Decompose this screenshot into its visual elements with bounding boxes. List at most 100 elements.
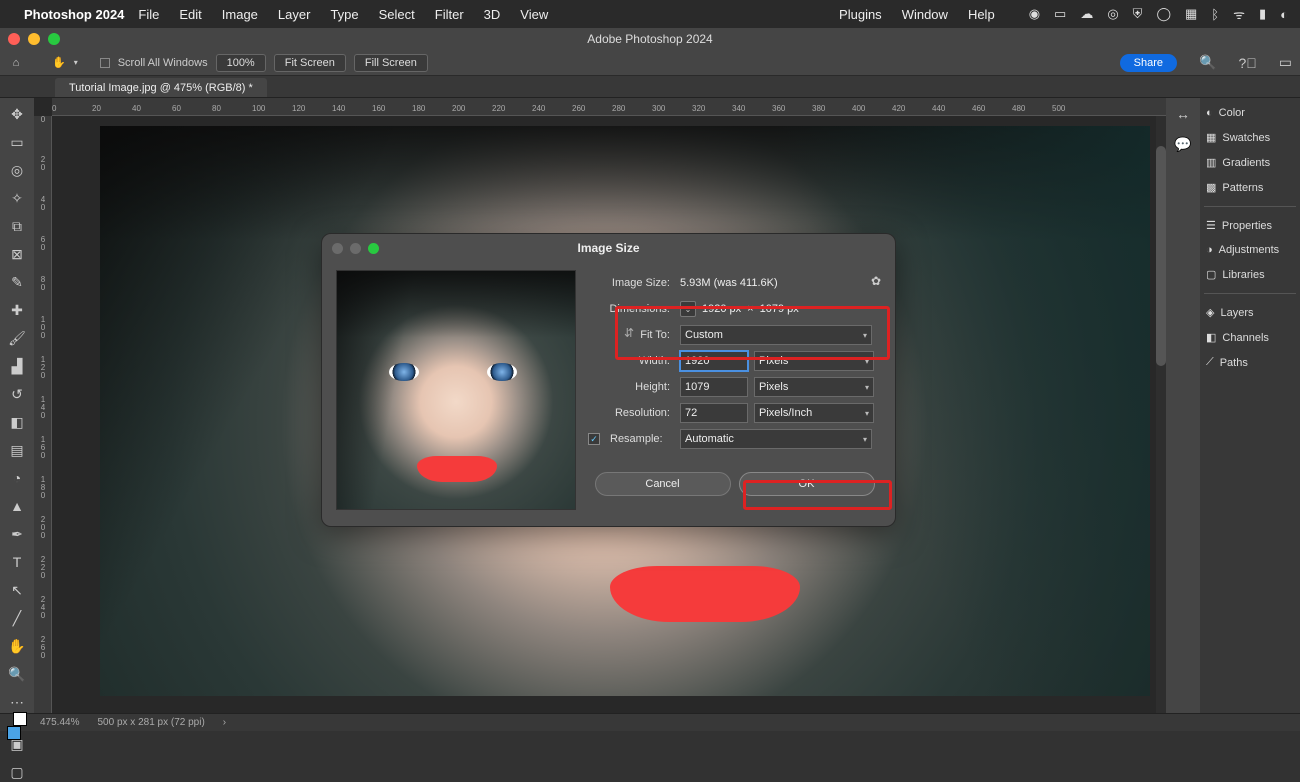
menu-3d[interactable]: 3D <box>484 7 501 22</box>
marquee-tool-icon[interactable]: ▭ <box>6 132 28 152</box>
zoom-100-button[interactable]: 100% <box>216 54 266 72</box>
document-tab[interactable]: Tutorial Image.jpg @ 475% (RGB/8) * <box>55 78 267 97</box>
resample-checkbox[interactable]: ✓ <box>588 433 600 445</box>
dialog-minimize-button[interactable] <box>350 243 361 254</box>
record-icon[interactable]: ◉ <box>1029 6 1040 22</box>
history-brush-tool-icon[interactable]: ↺ <box>6 384 28 404</box>
panel-libraries[interactable]: ▢Libraries <box>1204 265 1296 284</box>
dialog-preview[interactable] <box>336 270 576 510</box>
dialog-maximize-button[interactable] <box>368 243 379 254</box>
menu-select[interactable]: Select <box>379 7 415 22</box>
panel-properties[interactable]: ☰Properties <box>1204 216 1296 235</box>
home-icon[interactable]: ⌂ <box>8 57 24 69</box>
panel-adjustments[interactable]: ◑Adjustments <box>1204 241 1296 259</box>
gear-icon[interactable]: ✿ <box>871 274 881 288</box>
panel-icon-history[interactable]: ↔ <box>1176 106 1190 122</box>
panel-paths[interactable]: ⟋Paths <box>1204 353 1296 372</box>
menu-edit[interactable]: Edit <box>179 7 201 22</box>
menu-window[interactable]: Window <box>902 7 948 22</box>
zoom-tool-icon[interactable]: 🔍 <box>6 664 28 684</box>
eyedropper-tool-icon[interactable]: ✎ <box>6 272 28 292</box>
status-doc-info[interactable]: 500 px x 281 px (72 ppi) <box>97 717 204 728</box>
screenmode-icon[interactable]: ▢ <box>6 762 28 782</box>
constrain-proportions-icon[interactable]: ⇵ <box>622 316 636 350</box>
fill-screen-button[interactable]: Fill Screen <box>354 54 428 72</box>
gradient-tool-icon[interactable]: ▤ <box>6 440 28 460</box>
height-unit-select[interactable]: Pixels▾ <box>754 377 874 397</box>
menu-file[interactable]: File <box>138 7 159 22</box>
scrollbar-thumb[interactable] <box>1156 146 1166 366</box>
shield-icon[interactable]: ⛨ <box>1133 6 1143 22</box>
app-icon[interactable]: ▦ <box>1185 6 1197 22</box>
width-unit-select[interactable]: Pixels▾ <box>754 351 874 371</box>
screen-icon[interactable]: ▭ <box>1054 6 1066 22</box>
status-chevron-icon[interactable]: › <box>223 717 226 728</box>
foreground-color-swatch[interactable] <box>7 726 21 740</box>
panel-swatches[interactable]: ▦Swatches <box>1204 128 1296 147</box>
panel-gradients[interactable]: ▥Gradients <box>1204 153 1296 172</box>
more-tools-icon[interactable]: ⋯ <box>6 692 28 712</box>
shape-tool-icon[interactable]: ╱ <box>6 608 28 628</box>
resolution-input[interactable] <box>680 403 748 423</box>
resolution-unit-select[interactable]: Pixels/Inch▾ <box>754 403 874 423</box>
height-input[interactable] <box>680 377 748 397</box>
fit-screen-button[interactable]: Fit Screen <box>274 54 346 72</box>
width-input[interactable] <box>680 351 748 371</box>
scroll-all-checkbox[interactable] <box>100 58 110 68</box>
bluetooth-icon[interactable]: ᛒ <box>1211 7 1219 22</box>
background-color-swatch[interactable] <box>13 712 27 726</box>
menu-layer[interactable]: Layer <box>278 7 311 22</box>
tool-dropdown-icon[interactable]: ▾ <box>74 58 78 67</box>
resample-select[interactable]: Automatic▾ <box>680 429 872 449</box>
wand-tool-icon[interactable]: ✧ <box>6 188 28 208</box>
app-name[interactable]: Photoshop 2024 <box>24 7 124 22</box>
wifi-icon[interactable]: ᯤ <box>1233 5 1245 23</box>
menu-help[interactable]: Help <box>968 7 995 22</box>
vertical-scrollbar[interactable] <box>1156 116 1166 713</box>
maximize-window-button[interactable] <box>48 33 60 45</box>
panel-icon-comments[interactable]: 💬 <box>1174 136 1191 153</box>
fit-to-select[interactable]: Custom▾ <box>680 325 872 345</box>
cancel-button[interactable]: Cancel <box>595 472 731 496</box>
cloud-icon[interactable]: ☁ <box>1080 6 1093 22</box>
eraser-tool-icon[interactable]: ◧ <box>6 412 28 432</box>
share-button[interactable]: Share <box>1120 54 1177 72</box>
frame-tool-icon[interactable]: ⊠ <box>6 244 28 264</box>
panel-layers[interactable]: ◈Layers <box>1204 303 1296 322</box>
move-tool-icon[interactable]: ✥ <box>6 104 28 124</box>
minimize-window-button[interactable] <box>28 33 40 45</box>
menu-type[interactable]: Type <box>330 7 358 22</box>
hand-tool-icon[interactable]: ✋ <box>6 636 28 656</box>
circle-icon[interactable]: ◯ <box>1156 6 1171 22</box>
status-zoom[interactable]: 475.44% <box>40 717 79 728</box>
ok-button[interactable]: OK <box>739 472 875 496</box>
search-icon[interactable]: 🔍 <box>1199 54 1216 71</box>
brush-tool-icon[interactable]: 🖌 <box>6 328 28 348</box>
path-tool-icon[interactable]: ↖ <box>6 580 28 600</box>
panel-color[interactable]: ◐Color <box>1204 104 1296 122</box>
cc-icon[interactable]: ◎ <box>1107 6 1118 22</box>
menu-view[interactable]: View <box>520 7 548 22</box>
menu-image[interactable]: Image <box>222 7 258 22</box>
menu-plugins[interactable]: Plugins <box>839 7 882 22</box>
blur-tool-icon[interactable]: ◔ <box>6 468 28 488</box>
dialog-titlebar[interactable]: Image Size <box>322 234 895 262</box>
dimensions-unit-dropdown[interactable]: ⌄ <box>680 301 696 317</box>
menu-filter[interactable]: Filter <box>435 7 464 22</box>
close-window-button[interactable] <box>8 33 20 45</box>
help-icon[interactable]: ?⃝ <box>1238 55 1256 71</box>
control-center-icon[interactable]: ◐ <box>1280 7 1288 22</box>
pen-tool-icon[interactable]: ✒ <box>6 524 28 544</box>
workspace-icon[interactable]: ▭ <box>1279 54 1292 71</box>
panel-channels[interactable]: ◧Channels <box>1204 328 1296 347</box>
battery-icon[interactable]: ▮ <box>1259 6 1266 22</box>
stamp-tool-icon[interactable]: ▟ <box>6 356 28 376</box>
hand-tool-icon[interactable]: ✋ <box>52 56 66 69</box>
lasso-tool-icon[interactable]: ◎ <box>6 160 28 180</box>
dialog-close-button[interactable] <box>332 243 343 254</box>
healing-tool-icon[interactable]: ✚ <box>6 300 28 320</box>
crop-tool-icon[interactable]: ⧉ <box>6 216 28 236</box>
panel-patterns[interactable]: ▩Patterns <box>1204 178 1296 197</box>
dodge-tool-icon[interactable]: ▲ <box>6 496 28 516</box>
type-tool-icon[interactable]: T <box>6 552 28 572</box>
